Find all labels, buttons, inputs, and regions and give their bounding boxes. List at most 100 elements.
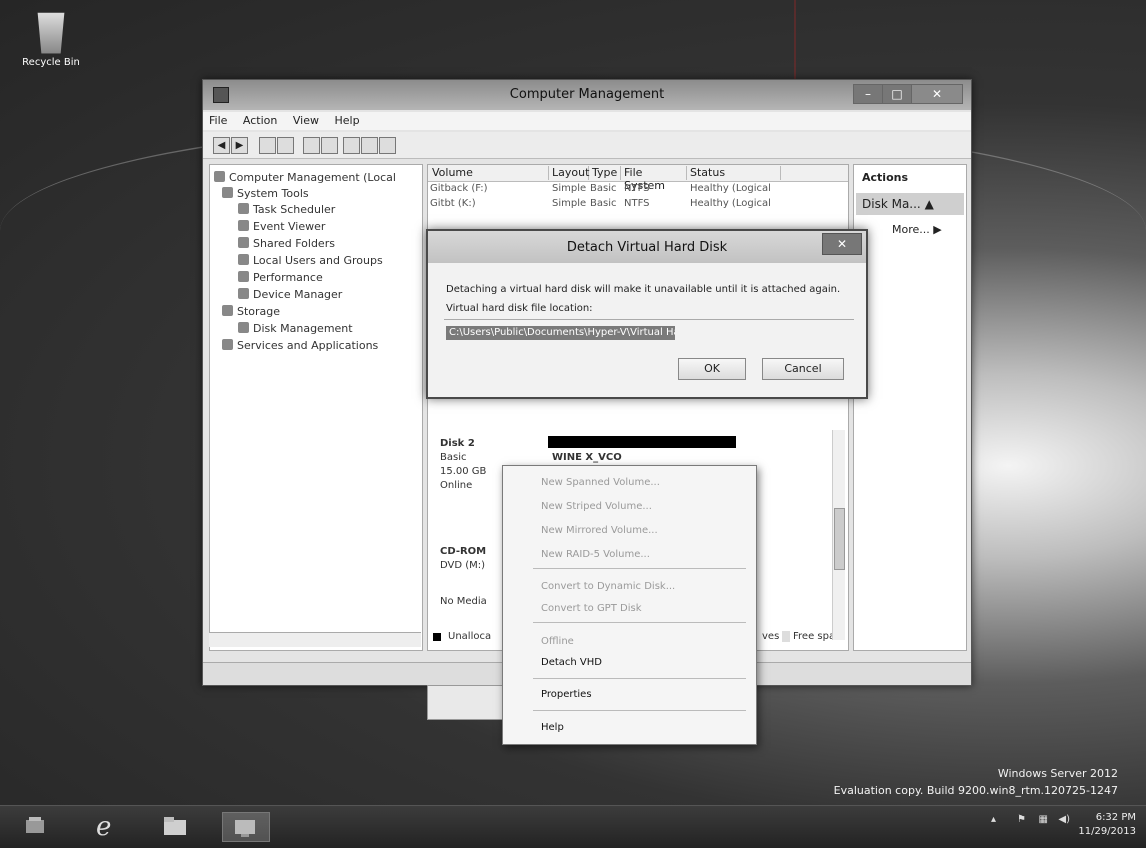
clock-icon: [238, 203, 249, 214]
taskbar: e ▴ ⚑ ▦ ◀) 6:32 PM 11/29/2013: [0, 805, 1146, 848]
computer-icon: [214, 171, 225, 182]
menu-separator: [533, 568, 746, 569]
disk-management-icon: [238, 322, 249, 333]
up-folder-icon[interactable]: [259, 137, 276, 154]
actions-disk-management[interactable]: Disk Ma... ▲: [856, 193, 964, 215]
properties-icon[interactable]: [343, 137, 360, 154]
maximize-button[interactable]: □: [882, 84, 912, 104]
menu-properties[interactable]: Properties: [541, 689, 592, 700]
actions-pane: Actions Disk Ma... ▲ More... ▶: [853, 164, 967, 651]
disk-context-menu: New Spanned Volume... New Striped Volume…: [502, 465, 757, 745]
ok-button[interactable]: OK: [678, 358, 746, 380]
disk2-type: Basic: [440, 452, 467, 463]
vhd-location-field[interactable]: C:\Users\Public\Documents\Hyper-V\Virtua…: [446, 326, 675, 340]
legend-volumes: ves: [762, 631, 780, 642]
window-titlebar[interactable]: Computer Management – □ ✕: [203, 80, 971, 110]
background-window-strip: [427, 685, 507, 720]
column-file-system[interactable]: File System: [620, 166, 687, 192]
volume-icon[interactable]: ◀): [1058, 814, 1070, 825]
dialog-titlebar[interactable]: Detach Virtual Hard Disk ✕: [428, 231, 866, 263]
system-clock[interactable]: 6:32 PM 11/29/2013: [1078, 811, 1136, 839]
disk2-name[interactable]: Disk 2: [440, 438, 475, 449]
cdrom-media: No Media: [440, 596, 487, 607]
device-manager-icon: [238, 288, 249, 299]
column-status[interactable]: Status: [686, 166, 781, 180]
tree-local-users[interactable]: Local Users and Groups: [238, 254, 383, 267]
recycle-bin[interactable]: Recycle Bin: [8, 12, 94, 68]
forward-arrow-icon[interactable]: ▶: [231, 137, 248, 154]
minimize-button[interactable]: –: [853, 84, 883, 104]
menu-view[interactable]: View: [287, 112, 325, 129]
tree-shared-folders[interactable]: Shared Folders: [238, 237, 335, 250]
file-explorer-icon[interactable]: [160, 812, 190, 840]
tree-device-manager[interactable]: Device Manager: [238, 288, 342, 301]
disk-panel-vertical-scrollbar[interactable]: [832, 430, 845, 640]
tree-system-tools[interactable]: System Tools: [222, 187, 309, 200]
build-watermark: Evaluation copy. Build 9200.win8_rtm.120…: [833, 784, 1118, 797]
tree-horizontal-scrollbar[interactable]: [209, 632, 421, 647]
computer-management-taskbar-icon[interactable]: [222, 812, 270, 842]
menu-new-striped-volume[interactable]: New Striped Volume...: [541, 501, 652, 512]
scrollbar-thumb[interactable]: [834, 508, 845, 570]
users-icon: [238, 254, 249, 265]
menu-new-spanned-volume[interactable]: New Spanned Volume...: [541, 477, 660, 488]
menu-convert-dynamic[interactable]: Convert to Dynamic Disk...: [541, 581, 675, 592]
action-center-flag-icon[interactable]: ⚑: [1017, 814, 1026, 825]
menu-action[interactable]: Action: [237, 112, 283, 129]
svg-text:e: e: [96, 812, 111, 840]
menu-detach-vhd[interactable]: Detach VHD: [541, 657, 602, 668]
menu-new-mirrored-volume[interactable]: New Mirrored Volume...: [541, 525, 658, 536]
column-type[interactable]: Type: [588, 166, 621, 180]
dialog-close-button[interactable]: ✕: [822, 233, 862, 255]
back-arrow-icon[interactable]: ◀: [213, 137, 230, 154]
tree-disk-management[interactable]: Disk Management: [238, 322, 353, 335]
internet-explorer-icon[interactable]: e: [90, 812, 120, 842]
disk2-size: 15.00 GB: [440, 466, 487, 477]
tree-event-viewer[interactable]: Event Viewer: [238, 220, 325, 233]
menu-help[interactable]: Help: [328, 112, 365, 129]
cdrom-drive: DVD (M:): [440, 560, 486, 571]
console-icon[interactable]: [321, 137, 338, 154]
dialog-divider: [444, 319, 854, 320]
cdrom-name[interactable]: CD-ROM: [440, 546, 486, 557]
dialog-title: Detach Virtual Hard Disk: [566, 240, 728, 255]
menu-convert-gpt[interactable]: Convert to GPT Disk: [541, 603, 641, 614]
disk-icon[interactable]: [361, 137, 378, 154]
toolbar: ◀ ▶: [203, 132, 971, 159]
volume-table-header: Volume Layout Type File System Status: [428, 165, 848, 192]
menu-help[interactable]: Help: [541, 722, 564, 733]
menu-file[interactable]: File: [203, 112, 233, 129]
column-volume[interactable]: Volume: [428, 166, 549, 180]
menu-new-raid5-volume[interactable]: New RAID-5 Volume...: [541, 549, 650, 560]
clock-date: 11/29/2013: [1078, 826, 1136, 837]
tree-storage[interactable]: Storage: [222, 305, 280, 318]
menu-separator: [533, 622, 746, 623]
help-book-icon[interactable]: [303, 137, 320, 154]
settings-icon[interactable]: [379, 137, 396, 154]
table-row[interactable]: Gitback (F:) Simple Basic NTFS Healthy (…: [428, 183, 848, 198]
legend-free-space: Free spa: [782, 631, 835, 642]
column-layout[interactable]: Layout: [548, 166, 589, 180]
server-manager-icon[interactable]: [20, 812, 50, 840]
legend-unallocated: Unalloca: [448, 631, 492, 642]
menu-offline[interactable]: Offline: [541, 636, 574, 647]
table-row[interactable]: Gitbt (K:) Simple Basic NTFS Healthy (Lo…: [428, 198, 848, 213]
menu-separator: [533, 710, 746, 711]
edition-watermark: Windows Server 2012: [997, 767, 1118, 780]
menu-bar: File Action View Help: [203, 112, 971, 130]
tree-task-scheduler[interactable]: Task Scheduler: [238, 203, 335, 216]
show-hidden-icons[interactable]: ▴: [991, 814, 996, 825]
unallocated-legend-swatch: [433, 633, 441, 641]
recycle-bin-icon: [37, 12, 65, 54]
network-icon[interactable]: ▦: [1039, 814, 1048, 825]
actions-more[interactable]: More... ▶: [892, 223, 942, 236]
storage-icon: [222, 305, 233, 316]
close-button[interactable]: ✕: [911, 84, 963, 104]
performance-icon: [238, 271, 249, 282]
tree-root[interactable]: Computer Management (Local: [214, 171, 396, 184]
cancel-button[interactable]: Cancel: [762, 358, 844, 380]
tree-services[interactable]: Services and Applications: [222, 339, 378, 352]
disk2-partition-bar[interactable]: [548, 436, 736, 448]
show-hide-tree-icon[interactable]: [277, 137, 294, 154]
tree-performance[interactable]: Performance: [238, 271, 323, 284]
